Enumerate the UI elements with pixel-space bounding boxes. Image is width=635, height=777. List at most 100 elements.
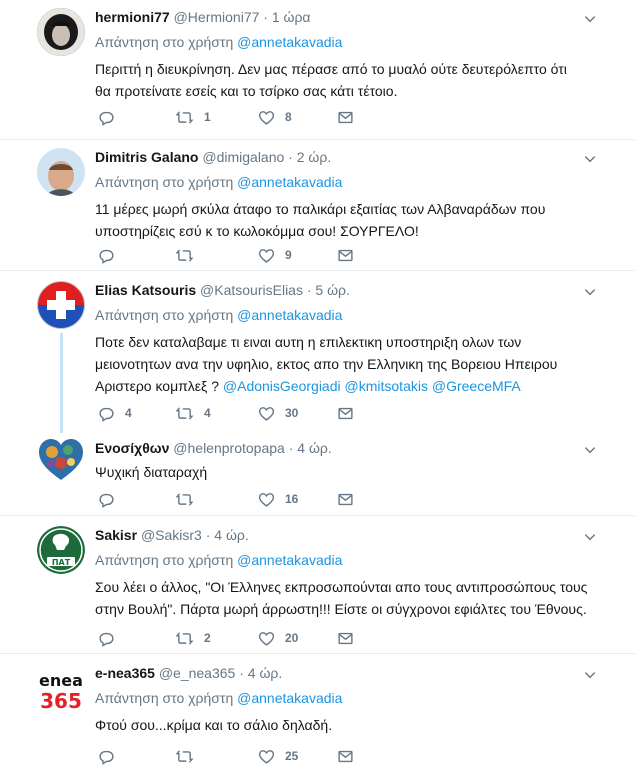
user-handle[interactable]: @Hermioni77 (174, 9, 260, 25)
direct-message-button[interactable] (337, 629, 354, 647)
tweet-text-line: Περιττή η διευκρίνηση. Δεν μας πέρασε απ… (95, 61, 567, 77)
reply-icon (98, 109, 115, 126)
like-count: 30 (285, 406, 299, 420)
avatar[interactable] (37, 436, 85, 484)
reply-to-link[interactable]: @annetakavadia (237, 174, 342, 190)
avatar-badge-text: ΠΑΤ (52, 558, 71, 567)
display-name[interactable]: hermioni77 (95, 9, 170, 25)
timestamp[interactable]: 4 ώρ. (214, 527, 248, 543)
user-handle[interactable]: @dimigalano (202, 149, 284, 165)
like-button[interactable]: 9 (258, 246, 292, 264)
envelope-icon (337, 748, 354, 765)
like-button[interactable]: 30 (258, 404, 298, 422)
display-name[interactable]: Sakisr (95, 527, 137, 543)
tweet-text: Σου λέει ο άλλος, "Οι Έλληνες εκπροσωπού… (95, 576, 605, 620)
like-button[interactable]: 20 (258, 629, 298, 647)
like-count: 25 (285, 749, 299, 763)
display-name[interactable]: Elias Katsouris (95, 282, 196, 298)
tweet-text-line: Σου λέει ο άλλος, "Οι Έλληνες εκπροσωπού… (95, 579, 588, 595)
mention-link[interactable]: @kmitsotakis (345, 378, 428, 394)
user-handle[interactable]: @Sakisr3 (141, 527, 202, 543)
tweet-text-line: στην Βουλή". Πάρτα μωρή άρρωστη!!! Είστε… (95, 601, 587, 617)
envelope-icon (337, 491, 354, 508)
user-handle[interactable]: @e_nea365 (159, 665, 236, 681)
direct-message-button[interactable] (337, 246, 354, 264)
retweet-button[interactable] (175, 490, 204, 508)
display-name[interactable]: Dimitris Galano (95, 149, 198, 165)
reply-prefix: Απάντηση στο χρήστη (95, 34, 234, 50)
envelope-icon (337, 247, 354, 264)
envelope-icon (337, 630, 354, 647)
tweet-actions: 16 (95, 490, 365, 508)
tweet-text-line: Φτού σου...κρίμα και το σάλιο δηλαδή. (95, 717, 333, 733)
tweet-text: 11 μέρες μωρή σκύλα άταφο το παλικάρι εξ… (95, 198, 605, 242)
display-name[interactable]: Ενοσίχθων (95, 440, 169, 456)
avatar[interactable] (37, 8, 85, 56)
avatar[interactable]: enea 365 (37, 664, 85, 712)
avatar-logo-bottom: 365 (40, 689, 82, 712)
reply-button[interactable] (98, 108, 115, 126)
user-handle[interactable]: @KatsourisElias (200, 282, 303, 298)
tweet[interactable]: hermioni77 @Hermioni77 · 1 ώρα Απάντηση … (0, 0, 635, 140)
like-button[interactable]: 25 (258, 747, 298, 765)
tweet-header: e-nea365 @e_nea365 · 4 ώρ. (95, 664, 605, 684)
tweet-actions: 1 8 (95, 108, 365, 126)
reply-button[interactable] (98, 629, 115, 647)
tweet-text-line: υποστηρίζεις εσύ κ το κωλοκόμμα σου! ΣΟΥ… (95, 223, 419, 239)
timestamp[interactable]: 4 ώρ. (297, 440, 331, 456)
user-handle[interactable]: @helenprotopapa (173, 440, 285, 456)
envelope-icon (337, 405, 354, 422)
direct-message-button[interactable] (337, 747, 354, 765)
tweet-text-line: Ποτε δεν καταλαβαμε τι ειναι αυτη η επιλ… (95, 334, 522, 350)
tweet[interactable]: enea 365 e-nea365 @e_nea365 · 4 ώρ. Απάντ… (0, 654, 635, 777)
avatar[interactable] (37, 148, 85, 196)
tweet-feed: hermioni77 @Hermioni77 · 1 ώρα Απάντηση … (0, 0, 635, 777)
reply-button[interactable] (98, 246, 115, 264)
reply-button[interactable] (98, 490, 115, 508)
tweet[interactable]: ΠΑΤ Sakisr @Sakisr3 · 4 ώρ. Απάντηση στο… (0, 516, 635, 654)
like-button[interactable]: 8 (258, 108, 292, 126)
tweet-header: Sakisr @Sakisr3 · 4 ώρ. (95, 526, 605, 546)
direct-message-button[interactable] (337, 108, 354, 126)
tweet-header: hermioni77 @Hermioni77 · 1 ώρα (95, 8, 605, 28)
tweet-header: Ενοσίχθων @helenprotopapa · 4 ώρ. (95, 439, 605, 459)
reply-context: Απάντηση στο χρήστη @annetakavadia (95, 32, 605, 52)
reply-to-link[interactable]: @annetakavadia (237, 34, 342, 50)
heart-icon (258, 405, 275, 422)
timestamp[interactable]: 5 ώρ. (315, 282, 349, 298)
like-count: 8 (285, 110, 292, 124)
retweet-button[interactable] (175, 747, 204, 765)
retweet-icon (175, 405, 194, 422)
direct-message-button[interactable] (337, 490, 354, 508)
like-count: 16 (285, 492, 299, 506)
timestamp[interactable]: 1 ώρα (272, 9, 311, 25)
tweet-actions: 9 (95, 246, 365, 264)
chevron-down-icon[interactable] (583, 443, 597, 457)
reply-button[interactable]: 4 (98, 404, 132, 422)
display-name[interactable]: e-nea365 (95, 665, 155, 681)
avatar[interactable] (37, 281, 85, 329)
mention-link[interactable]: @AdonisGeorgiadi (223, 378, 341, 394)
reply-to-link[interactable]: @annetakavadia (237, 690, 342, 706)
tweet-text-line: Ψυχική διαταραχή (95, 464, 208, 480)
tweet-header: Dimitris Galano @dimigalano · 2 ώρ. (95, 148, 605, 168)
retweet-button[interactable] (175, 246, 204, 264)
timestamp[interactable]: 4 ώρ. (248, 665, 282, 681)
tweet-actions: 4 4 30 (95, 404, 365, 422)
avatar[interactable]: ΠΑΤ (37, 526, 85, 574)
like-button[interactable]: 16 (258, 490, 298, 508)
direct-message-button[interactable] (337, 404, 354, 422)
reply-to-link[interactable]: @annetakavadia (237, 307, 342, 323)
retweet-button[interactable]: 1 (175, 108, 211, 126)
timestamp[interactable]: 2 ώρ. (297, 149, 331, 165)
tweet[interactable]: Dimitris Galano @dimigalano · 2 ώρ. Απάν… (0, 140, 635, 271)
retweet-icon (175, 109, 194, 126)
like-count: 9 (285, 248, 292, 262)
reply-button[interactable] (98, 747, 115, 765)
thread-connector (60, 333, 63, 433)
retweet-button[interactable]: 2 (175, 629, 211, 647)
reply-prefix: Απάντηση στο χρήστη (95, 552, 234, 568)
retweet-button[interactable]: 4 (175, 404, 211, 422)
reply-to-link[interactable]: @annetakavadia (237, 552, 342, 568)
mention-link[interactable]: @GreeceMFA (432, 378, 521, 394)
